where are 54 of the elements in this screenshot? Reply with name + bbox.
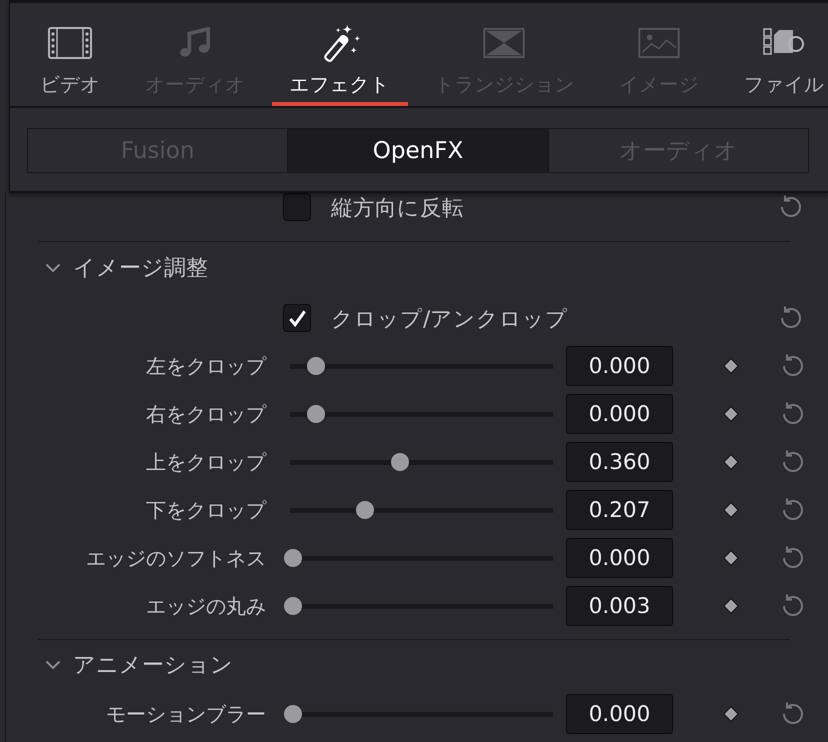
transition-icon: [482, 28, 526, 58]
keyframe-diamond-icon[interactable]: [723, 454, 739, 470]
slider-label: 上をクロップ: [145, 448, 266, 476]
media-tab[interactable]: ファイル: [726, 3, 828, 106]
keyframe-diamond-icon[interactable]: [723, 358, 739, 374]
reset-icon[interactable]: [780, 545, 806, 571]
slider-thumb[interactable]: [284, 549, 302, 567]
value-field[interactable]: 0.003: [566, 586, 673, 626]
keyframe-diamond-icon[interactable]: [723, 706, 739, 722]
reset-icon[interactable]: [780, 593, 806, 619]
section-title[interactable]: アニメーション: [73, 650, 233, 680]
slider-thumb[interactable]: [284, 597, 302, 615]
reset-icon[interactable]: [780, 701, 806, 727]
reset-icon[interactable]: [780, 401, 806, 427]
slider-thumb[interactable]: [391, 453, 410, 471]
slider-thumb[interactable]: [284, 705, 302, 723]
value-field[interactable]: 0.207: [566, 490, 673, 530]
slider-label: 右をクロップ: [145, 400, 266, 428]
slider-thumb[interactable]: [356, 501, 374, 519]
checkbox[interactable]: [283, 193, 311, 221]
checkbox[interactable]: [283, 304, 311, 332]
keyframe-diamond-icon[interactable]: [723, 598, 739, 614]
segment-tab[interactable]: OpenFX: [288, 129, 549, 172]
keyframe-diamond-icon[interactable]: [723, 502, 739, 518]
film-strip-icon: [48, 27, 92, 59]
media-tab[interactable]: ビデオ: [22, 3, 118, 106]
value-field[interactable]: 0.000: [566, 538, 673, 578]
slider-label: 下をクロップ: [145, 496, 266, 524]
slider-thumb[interactable]: [307, 357, 326, 375]
value-field[interactable]: 0.000: [566, 394, 673, 434]
value-field[interactable]: 0.000: [566, 694, 673, 734]
music-note-icon: [178, 27, 212, 59]
checkbox-label: 縦方向に反転: [331, 194, 465, 222]
keyframe-diamond-icon[interactable]: [723, 406, 739, 422]
reset-icon[interactable]: [778, 194, 804, 220]
reset-icon[interactable]: [780, 497, 806, 523]
slider-label: エッジのソフトネス: [85, 544, 266, 572]
check-icon: [288, 308, 306, 328]
slider-label: エッジの丸み: [145, 592, 266, 620]
section-title[interactable]: イメージ調整: [73, 253, 208, 283]
reset-icon[interactable]: [780, 353, 806, 379]
chevron-icon[interactable]: [45, 263, 61, 273]
slider-label: 左をクロップ: [145, 352, 266, 380]
slider-thumb[interactable]: [307, 405, 326, 423]
reset-icon[interactable]: [778, 305, 804, 331]
keyframe-diamond-icon[interactable]: [723, 550, 739, 566]
chevron-icon[interactable]: [45, 660, 61, 670]
reset-icon[interactable]: [780, 449, 806, 475]
value-field[interactable]: 0.360: [566, 442, 673, 482]
checkbox-label: クロップ/アンクロップ: [331, 306, 570, 332]
slider-label: モーションブラー: [105, 700, 266, 728]
value-field[interactable]: 0.000: [566, 346, 673, 386]
image-icon: [637, 28, 682, 58]
media-tab[interactable]: エフェクト: [272, 3, 408, 106]
